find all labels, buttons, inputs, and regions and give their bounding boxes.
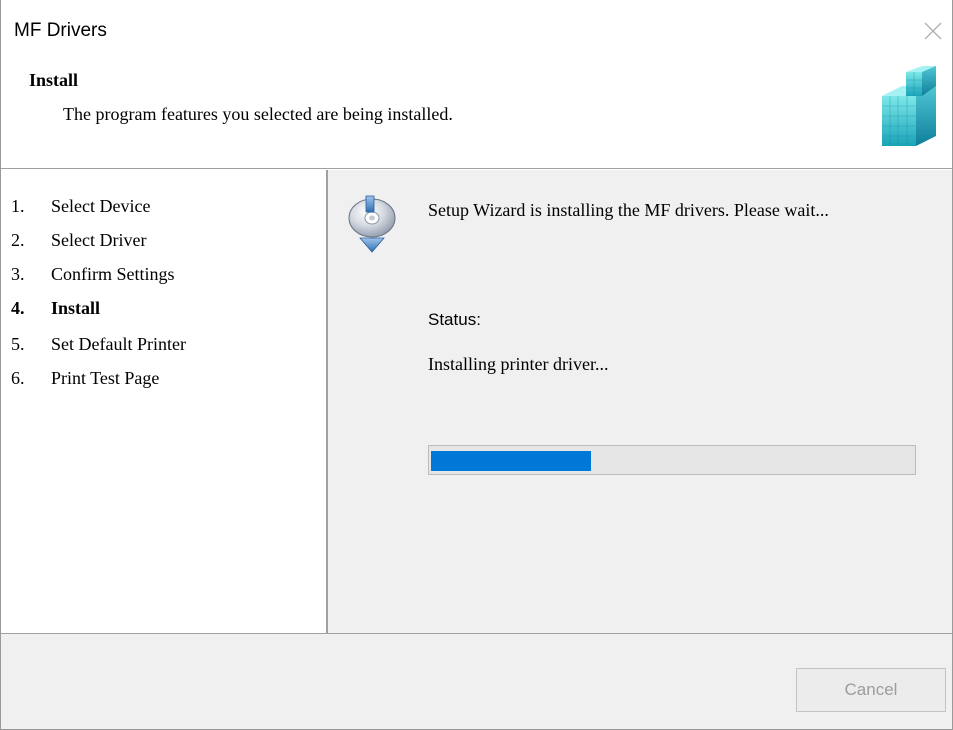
cancel-button[interactable]: Cancel [796, 668, 946, 712]
step-label: Set Default Printer [51, 334, 186, 354]
step-label: Install [51, 298, 101, 318]
step-set-default-printer: 5. Set Default Printer [11, 334, 186, 354]
progress-bar-fill [431, 451, 591, 471]
status-text: Installing printer driver... [428, 354, 609, 374]
step-select-device: 1. Select Device [11, 196, 151, 216]
step-label: Print Test Page [51, 368, 160, 388]
wizard-header: Install The program features you selecte… [1, 62, 952, 169]
wizard-message: Setup Wizard is installing the MF driver… [428, 200, 829, 220]
installer-window: MF Drivers Install The program features … [0, 0, 953, 730]
wizard-body: 1. Select Device 2. Select Driver 3. Confir… [1, 170, 952, 633]
title-bar[interactable]: MF Drivers [1, 0, 952, 62]
header-title: Install [29, 70, 79, 90]
step-label: Select Driver [51, 230, 147, 250]
step-install: 4. Install [11, 298, 101, 318]
wizard-footer: Cancel [1, 633, 952, 729]
window-title: MF Drivers [14, 20, 107, 41]
step-print-test-page: 6. Print Test Page [11, 368, 160, 388]
header-subtitle: The program features you selected are be… [63, 104, 453, 124]
step-label: Confirm Settings [51, 264, 175, 284]
steps-panel: 1. Select Device 2. Select Driver 3. Confir… [1, 170, 328, 633]
install-progress-bar [428, 445, 916, 475]
close-icon [924, 22, 942, 40]
close-button[interactable] [912, 14, 952, 50]
install-content: Setup Wizard is installing the MF driver… [330, 170, 952, 633]
step-confirm-settings: 3. Confirm Settings [11, 264, 175, 284]
step-label: Select Device [51, 196, 151, 216]
disc-install-icon [348, 195, 396, 253]
step-select-driver: 2. Select Driver [11, 230, 147, 250]
cube-logo-icon [882, 66, 936, 146]
status-label: Status: [428, 310, 481, 329]
